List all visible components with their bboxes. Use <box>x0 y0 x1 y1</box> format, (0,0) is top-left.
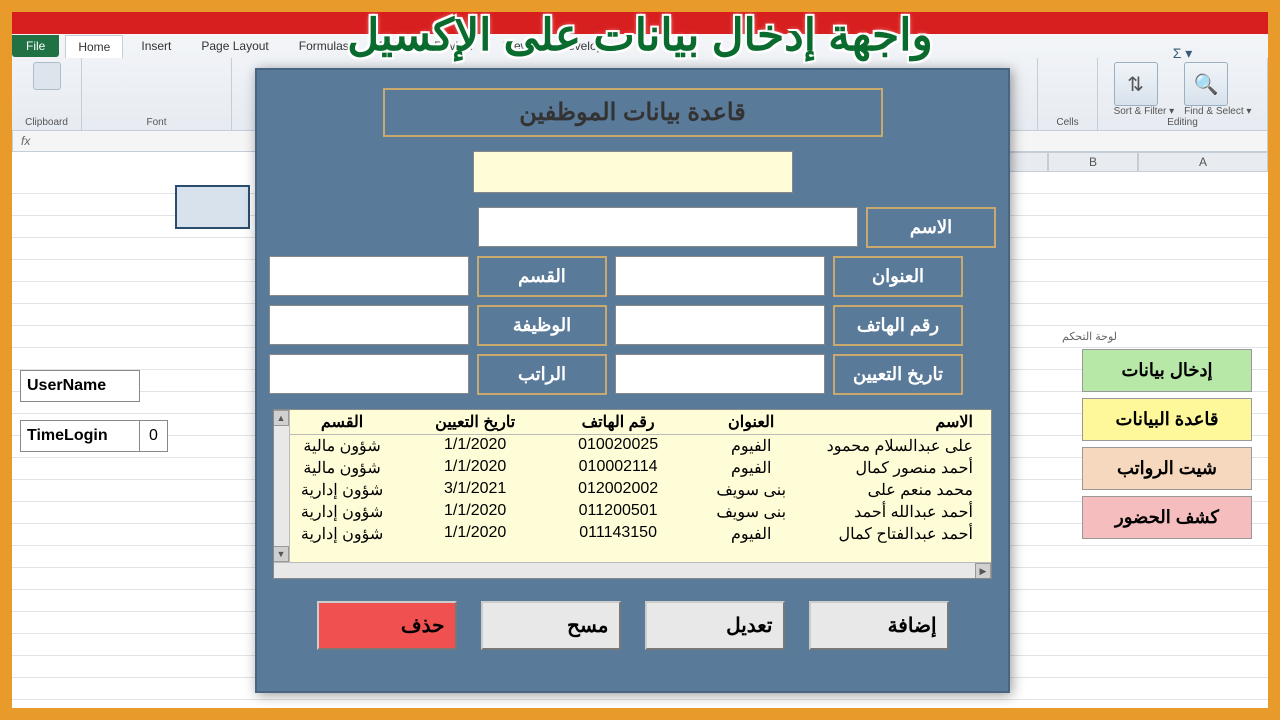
btn-attendance[interactable]: كشف الحضور <box>1082 496 1252 539</box>
group-editing: Σ ▾ ⇅ Sort & Filter ▾ 🔍 Find & Select ▾ … <box>1098 58 1268 130</box>
hire-input[interactable] <box>615 354 825 394</box>
sort-label: Sort & Filter ▾ <box>1114 106 1175 117</box>
hdr-phone: رقم الهاتف <box>544 412 692 432</box>
sigma-icon[interactable]: Σ ▾ <box>1173 45 1193 62</box>
employees-listbox[interactable]: الاسم العنوان رقم الهاتف تاريخ التعيين ا… <box>273 409 992 579</box>
group-label: Font <box>146 117 166 128</box>
panel-heading: لوحة التحكم <box>1062 330 1252 343</box>
listbox-scroll-h[interactable]: ◀ ▶ <box>274 562 991 578</box>
job-input[interactable] <box>269 305 469 345</box>
btn-enter-data[interactable]: إدخال بيانات <box>1082 349 1252 392</box>
paste-icon[interactable] <box>33 62 61 90</box>
find-label: Find & Select ▾ <box>1184 106 1251 117</box>
list-item[interactable]: أحمد عبدالفتاح كمالالفيوم0111431501/1/20… <box>274 523 991 545</box>
group-font: Font <box>82 58 232 130</box>
col-b[interactable]: B <box>1048 152 1138 172</box>
tab-insert[interactable]: Insert <box>129 35 183 57</box>
fx-icon[interactable]: fx <box>21 134 30 148</box>
scroll-right-icon[interactable]: ▶ <box>975 563 991 579</box>
clear-button[interactable]: مسح <box>481 601 621 650</box>
listbox-header: الاسم العنوان رقم الهاتف تاريخ التعيين ا… <box>274 410 991 435</box>
search-input[interactable] <box>473 151 793 193</box>
col-a[interactable]: A <box>1138 152 1268 172</box>
group-label: Editing <box>1167 117 1198 128</box>
edit-button[interactable]: تعديل <box>645 601 785 650</box>
address-label: العنوان <box>833 256 963 297</box>
scroll-up-icon[interactable]: ▲ <box>273 410 289 426</box>
phone-label: رقم الهاتف <box>833 305 963 346</box>
job-label: الوظيفة <box>477 305 607 346</box>
selected-cell[interactable] <box>175 185 250 229</box>
name-input[interactable] <box>478 207 858 247</box>
control-panel: لوحة التحكم إدخال بيانات قاعدة البيانات … <box>1062 330 1252 545</box>
userform-employees: قاعدة بيانات الموظفين الاسم القسم العنوا… <box>255 68 1010 693</box>
group-cells: Cells <box>1038 58 1098 130</box>
hire-label: تاريخ التعيين <box>833 354 963 395</box>
address-input[interactable] <box>615 256 825 296</box>
dept-input[interactable] <box>269 256 469 296</box>
list-item[interactable]: على عبدالسلام محمودالفيوم0100200251/1/20… <box>274 435 991 457</box>
hdr-hire: تاريخ التعيين <box>406 412 544 432</box>
file-tab[interactable]: File <box>12 35 59 57</box>
timelogin-value: 0 <box>140 420 168 452</box>
scroll-down-icon[interactable]: ▼ <box>273 546 289 562</box>
group-label: Clipboard <box>25 117 68 128</box>
phone-input[interactable] <box>615 305 825 345</box>
salary-label: الراتب <box>477 354 607 395</box>
tab-home[interactable]: Home <box>65 35 123 58</box>
list-item[interactable]: أحمد منصور كمالالفيوم0100021141/1/2020شؤ… <box>274 457 991 479</box>
group-clipboard: Clipboard <box>12 58 82 130</box>
name-label: الاسم <box>866 207 996 248</box>
login-info: UserName TimeLogin 0 <box>20 370 168 470</box>
timelogin-label: TimeLogin <box>20 420 140 452</box>
group-label: Cells <box>1056 117 1078 128</box>
hdr-dept: القسم <box>278 412 406 432</box>
sort-filter-icon[interactable]: ⇅ <box>1114 62 1158 106</box>
list-item[interactable]: أحمد عبدالله أحمدبنى سويف0112005011/1/20… <box>274 501 991 523</box>
form-title: قاعدة بيانات الموظفين <box>383 88 883 137</box>
video-title-overlay: واجهة إدخال بيانات على الإكسيل <box>347 10 932 61</box>
salary-input[interactable] <box>269 354 469 394</box>
hdr-address: العنوان <box>692 412 810 432</box>
hdr-name: الاسم <box>810 412 973 432</box>
btn-salary-sheet[interactable]: شيت الرواتب <box>1082 447 1252 490</box>
tab-page-layout[interactable]: Page Layout <box>189 35 280 57</box>
listbox-scroll-v[interactable]: ▲ ▼ <box>274 410 290 562</box>
delete-button[interactable]: حذف <box>317 601 457 650</box>
form-buttons: حذف مسح تعديل إضافة <box>269 601 996 650</box>
dept-label: القسم <box>477 256 607 297</box>
username-label: UserName <box>20 370 140 402</box>
find-select-icon[interactable]: 🔍 <box>1184 62 1228 106</box>
list-item[interactable]: محمد منعم علىبنى سويف0120020023/1/2021شؤ… <box>274 479 991 501</box>
btn-database[interactable]: قاعدة البيانات <box>1082 398 1252 441</box>
add-button[interactable]: إضافة <box>809 601 949 650</box>
